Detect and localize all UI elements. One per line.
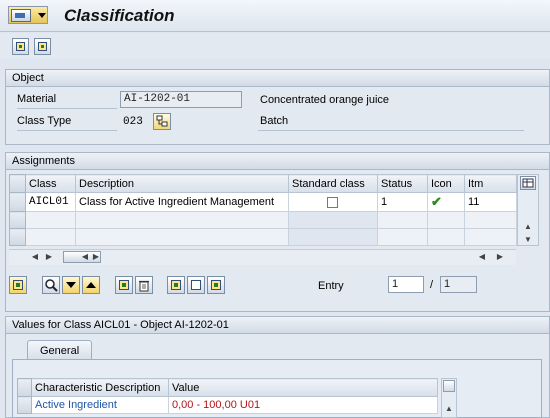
scroll-left-arrow-2[interactable]: ◀	[80, 252, 90, 262]
empty-cell	[427, 228, 465, 246]
delete-row-button[interactable]	[135, 276, 153, 294]
characteristic-cell[interactable]: Active Ingredient	[31, 396, 169, 414]
table-row[interactable]: Active Ingredient 0,00 - 100,00 U01	[17, 396, 438, 414]
class-type-description: Batch	[258, 115, 524, 131]
dropdown-arrow-icon	[38, 12, 46, 18]
column-header-item[interactable]: Itm	[464, 174, 517, 193]
entry-separator: /	[430, 279, 434, 291]
column-header-description[interactable]: Description	[75, 174, 289, 193]
values-scroll-up-arrow[interactable]: ▲	[443, 404, 455, 414]
find-next-up-button[interactable]	[82, 276, 100, 294]
scroll-left-arrow[interactable]: ◀	[30, 252, 40, 262]
empty-cell[interactable]	[464, 211, 517, 229]
empty-cell	[75, 228, 289, 246]
assignments-table: Class Description Standard class Status …	[9, 174, 517, 246]
entry-total-field: 1	[440, 276, 477, 293]
application-toolbar	[0, 33, 550, 59]
previous-object-button[interactable]	[12, 38, 29, 55]
value-cell[interactable]: 0,00 - 100,00 U01	[168, 396, 438, 414]
scroll-right-end-arrow[interactable]: ▶	[495, 252, 505, 262]
class-type-value: 023	[123, 116, 143, 128]
select-all-cell[interactable]	[17, 378, 32, 397]
values-icon	[171, 280, 181, 290]
column-header-class[interactable]: Class	[25, 174, 76, 193]
values-button[interactable]	[167, 276, 185, 294]
row-selector[interactable]	[9, 211, 26, 229]
scroll-down-arrow[interactable]: ▼	[522, 235, 534, 245]
triangle-up-icon	[86, 282, 96, 288]
table-row	[9, 211, 517, 229]
icon-cell: ✔	[427, 192, 465, 212]
class-type-label: Class Type	[17, 115, 117, 131]
empty-cell[interactable]	[25, 211, 76, 229]
description-cell: Class for Active Ingredient Management	[75, 192, 289, 212]
scroll-right-arrow-2[interactable]: ▶	[91, 252, 101, 262]
select-all-cell[interactable]	[9, 174, 26, 193]
column-header-standard-class[interactable]: Standard class	[288, 174, 378, 193]
table-settings-button[interactable]	[520, 176, 536, 190]
values-table: Characteristic Description Value Active …	[17, 378, 438, 414]
class-details-button[interactable]	[207, 276, 225, 294]
empty-cell[interactable]	[377, 211, 428, 229]
search-icon	[45, 279, 58, 292]
empty-cell[interactable]	[377, 228, 428, 246]
empty-cell[interactable]	[25, 228, 76, 246]
entry-label: Entry	[318, 280, 344, 292]
class-type-hierarchy-button[interactable]	[153, 113, 171, 130]
hierarchy-icon	[156, 115, 168, 127]
values-group-header: Values for Class AICL01 - Object AI-1202…	[6, 317, 549, 334]
trash-icon	[139, 280, 149, 291]
next-object-icon	[38, 42, 47, 51]
class-details-icon	[211, 280, 221, 290]
empty-cell	[288, 211, 378, 229]
empty-cell	[288, 228, 378, 246]
find-next-down-button[interactable]	[62, 276, 80, 294]
details-icon	[13, 280, 23, 290]
column-header-value[interactable]: Value	[168, 378, 438, 397]
column-header-status[interactable]: Status	[377, 174, 428, 193]
row-selector[interactable]	[17, 396, 32, 414]
material-field[interactable]: AI-1202-01	[120, 91, 242, 108]
table-row[interactable]: AICL01 Class for Active Ingredient Manag…	[9, 192, 517, 212]
values-table-settings-button[interactable]	[443, 380, 455, 392]
checkmark-icon: ✔	[431, 194, 442, 209]
material-description: Concentrated orange juice	[260, 94, 390, 106]
standard-class-checkbox[interactable]	[327, 196, 338, 208]
insert-row-button[interactable]	[115, 276, 133, 294]
item-cell[interactable]: 11	[464, 192, 517, 212]
scroll-right-arrow[interactable]: ▶	[44, 252, 54, 262]
table-row	[9, 228, 517, 246]
assignments-group-header: Assignments	[6, 153, 549, 170]
find-button[interactable]	[42, 276, 60, 294]
empty-cell	[75, 211, 289, 229]
characteristics-button[interactable]	[187, 276, 205, 294]
insert-row-icon	[119, 280, 129, 290]
tab-general[interactable]: General	[27, 340, 93, 360]
table-settings-icon	[522, 178, 534, 188]
scroll-up-arrow[interactable]: ▲	[522, 222, 534, 232]
triangle-down-icon	[66, 282, 76, 288]
empty-cell[interactable]	[464, 228, 517, 246]
class-cell[interactable]: AICL01	[25, 192, 76, 212]
menu-icon	[11, 8, 31, 22]
column-header-icon[interactable]: Icon	[427, 174, 465, 193]
previous-object-icon	[16, 42, 25, 51]
material-label: Material	[17, 93, 117, 109]
empty-cell	[427, 211, 465, 229]
object-group-header: Object	[6, 70, 549, 87]
next-object-button[interactable]	[34, 38, 51, 55]
column-header-characteristic[interactable]: Characteristic Description	[31, 378, 169, 397]
details-button[interactable]	[9, 276, 27, 294]
system-menu-button[interactable]	[8, 6, 48, 24]
characteristics-icon	[191, 280, 201, 290]
standard-class-cell	[288, 192, 378, 212]
row-selector[interactable]	[9, 228, 26, 246]
scroll-left-end-arrow[interactable]: ◀	[477, 252, 487, 262]
status-cell[interactable]: 1	[377, 192, 428, 212]
page-title: Classification	[64, 6, 175, 25]
row-selector[interactable]	[9, 192, 26, 212]
entry-field[interactable]: 1	[388, 276, 424, 293]
